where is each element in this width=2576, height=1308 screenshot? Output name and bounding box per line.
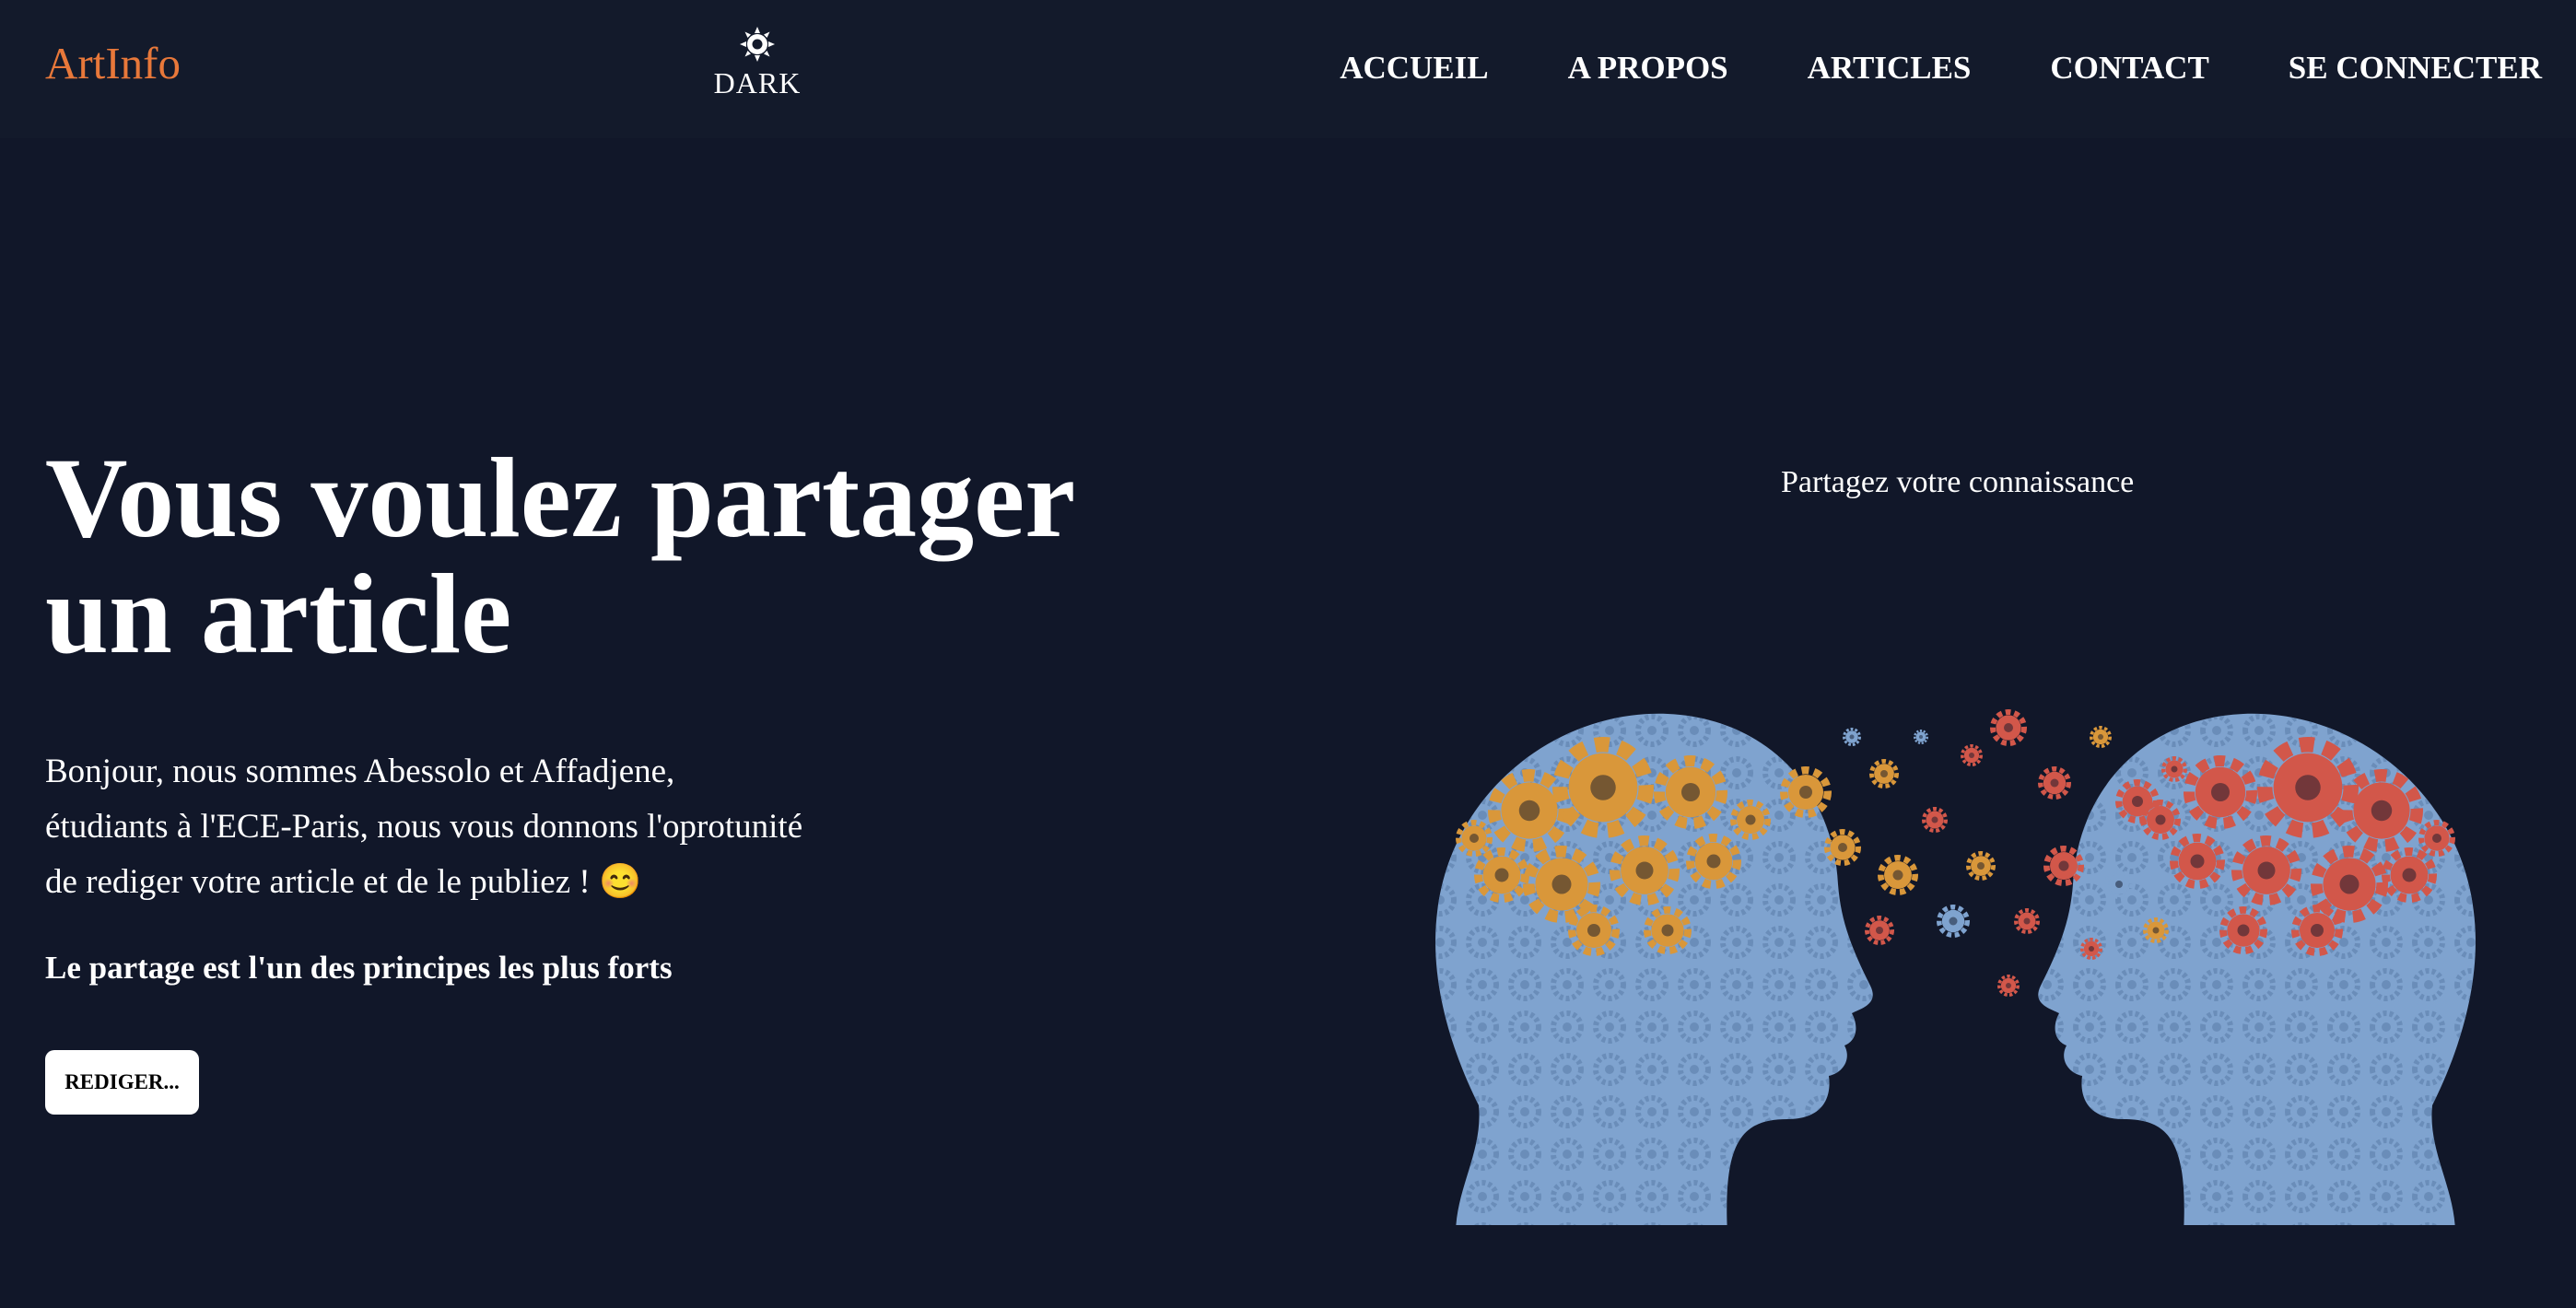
nav-a-propos[interactable]: A PROPOS <box>1568 52 1728 84</box>
write-article-button[interactable]: REDIGER... <box>45 1050 199 1115</box>
theme-toggle[interactable]: DARK <box>711 26 803 98</box>
flying-gear-6 <box>1990 709 2027 746</box>
hero-description: Bonjour, nous sommes Abessolo et Affadje… <box>45 744 856 910</box>
flying-gear-16 <box>1864 915 1894 945</box>
main-nav: ACCUEIL A PROPOS ARTICLES CONTACT SE CON… <box>1340 52 2542 84</box>
heads-with-gears-illustration <box>1435 709 2476 1225</box>
nav-se-connecter[interactable]: SE CONNECTER <box>2289 52 2542 84</box>
nav-contact[interactable]: CONTACT <box>2050 52 2208 84</box>
flying-gear-7 <box>2038 765 2072 800</box>
image-caption: Partagez votre connaissance <box>1781 465 2135 499</box>
flying-gear-12 <box>2043 846 2084 887</box>
flying-gear-15 <box>1996 974 2020 997</box>
flying-gear-19 <box>1914 730 1929 745</box>
hero-title-line-2: un article <box>45 551 512 677</box>
flying-gear-1 <box>1824 829 1861 866</box>
nav-articles[interactable]: ARTICLES <box>1808 52 1972 84</box>
top-navbar: ArtInfo DARK ACCUEIL A PROPOS ARTICLES C… <box>0 0 2576 138</box>
hero-text-line-3: de rediger votre article et de le publie… <box>45 863 642 901</box>
hero-text-line-1: Bonjour, nous sommes Abessolo et Affadje… <box>45 753 675 790</box>
hero-tagline: Le partage est l'un des principes les pl… <box>45 950 673 986</box>
hero-title-line-1: Vous voulez partager <box>45 435 1076 561</box>
flying-gear-5 <box>1960 743 1983 766</box>
theme-label: DARK <box>713 66 802 99</box>
flying-gear-20 <box>1843 728 1861 746</box>
flying-gear-8 <box>2089 725 2112 748</box>
flying-gear-4 <box>1921 806 1948 833</box>
hero-title: Vous voulez partager un article <box>45 440 1197 672</box>
nav-accueil[interactable]: ACCUEIL <box>1340 52 1488 84</box>
flying-gear-2 <box>1868 759 1899 789</box>
flying-gear-13 <box>1937 904 1971 938</box>
hero-text-line-2: étudiants à l'ECE-Paris, nous vous donno… <box>45 808 803 846</box>
flying-gear-11 <box>2013 908 2040 935</box>
sun-icon <box>740 27 775 62</box>
flying-gear-3 <box>1877 855 1918 896</box>
brand-logo[interactable]: ArtInfo <box>45 41 181 86</box>
flying-gear-10 <box>1966 850 1996 881</box>
